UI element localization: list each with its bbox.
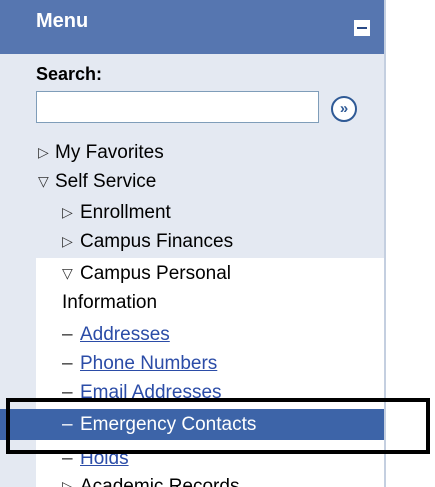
menu-header: Menu xyxy=(0,0,386,54)
nav-item-enrollment[interactable]: ▷ Enrollment xyxy=(0,198,386,227)
minus-icon xyxy=(357,27,367,29)
nav-item-label: Self Service xyxy=(55,171,157,192)
search-label: Search: xyxy=(36,64,103,84)
nav-item-self-service[interactable]: ▽ Self Service xyxy=(0,167,386,196)
expanded-triangle-icon: ▽ xyxy=(38,173,49,189)
collapsed-triangle-icon: ▷ xyxy=(62,204,73,220)
nav-item-label: Enrollment xyxy=(80,202,171,223)
collapse-menu-button[interactable] xyxy=(354,20,370,36)
annotation-highlight-box xyxy=(6,398,430,454)
nav-link-phone-numbers[interactable]: Phone Numbers xyxy=(80,349,217,378)
nav-item-label: Campus Personal xyxy=(80,263,232,284)
menu-title: Menu xyxy=(36,10,89,32)
dash-icon: – xyxy=(62,324,73,345)
collapsed-triangle-icon: ▷ xyxy=(62,478,73,487)
nav-link-addresses[interactable]: Addresses xyxy=(80,320,170,349)
search-go-button[interactable]: » xyxy=(331,96,357,122)
dash-icon: – xyxy=(62,353,73,374)
nav-item-academic-records[interactable]: ▷ Academic Records xyxy=(0,472,386,487)
search-input[interactable] xyxy=(36,91,319,123)
nav-item-label: My Favorites xyxy=(55,142,164,163)
double-chevron-right-icon: » xyxy=(339,100,349,117)
nav-item-campus-personal-information[interactable]: ▽ Campus Personal Information xyxy=(0,259,386,317)
nav-item-label-continued: Information xyxy=(62,292,158,313)
collapsed-triangle-icon: ▷ xyxy=(38,144,49,160)
nav-item-label: Academic Records xyxy=(80,476,240,487)
nav-item-campus-finances[interactable]: ▷ Campus Finances xyxy=(0,227,386,256)
nav-item-phone-numbers[interactable]: – Phone Numbers xyxy=(0,349,386,378)
nav-item-addresses[interactable]: – Addresses xyxy=(0,320,386,349)
expanded-triangle-icon: ▽ xyxy=(62,265,73,281)
nav-item-my-favorites[interactable]: ▷ My Favorites xyxy=(0,138,386,167)
nav-item-label: Campus Finances xyxy=(80,231,234,252)
collapsed-triangle-icon: ▷ xyxy=(62,233,73,249)
